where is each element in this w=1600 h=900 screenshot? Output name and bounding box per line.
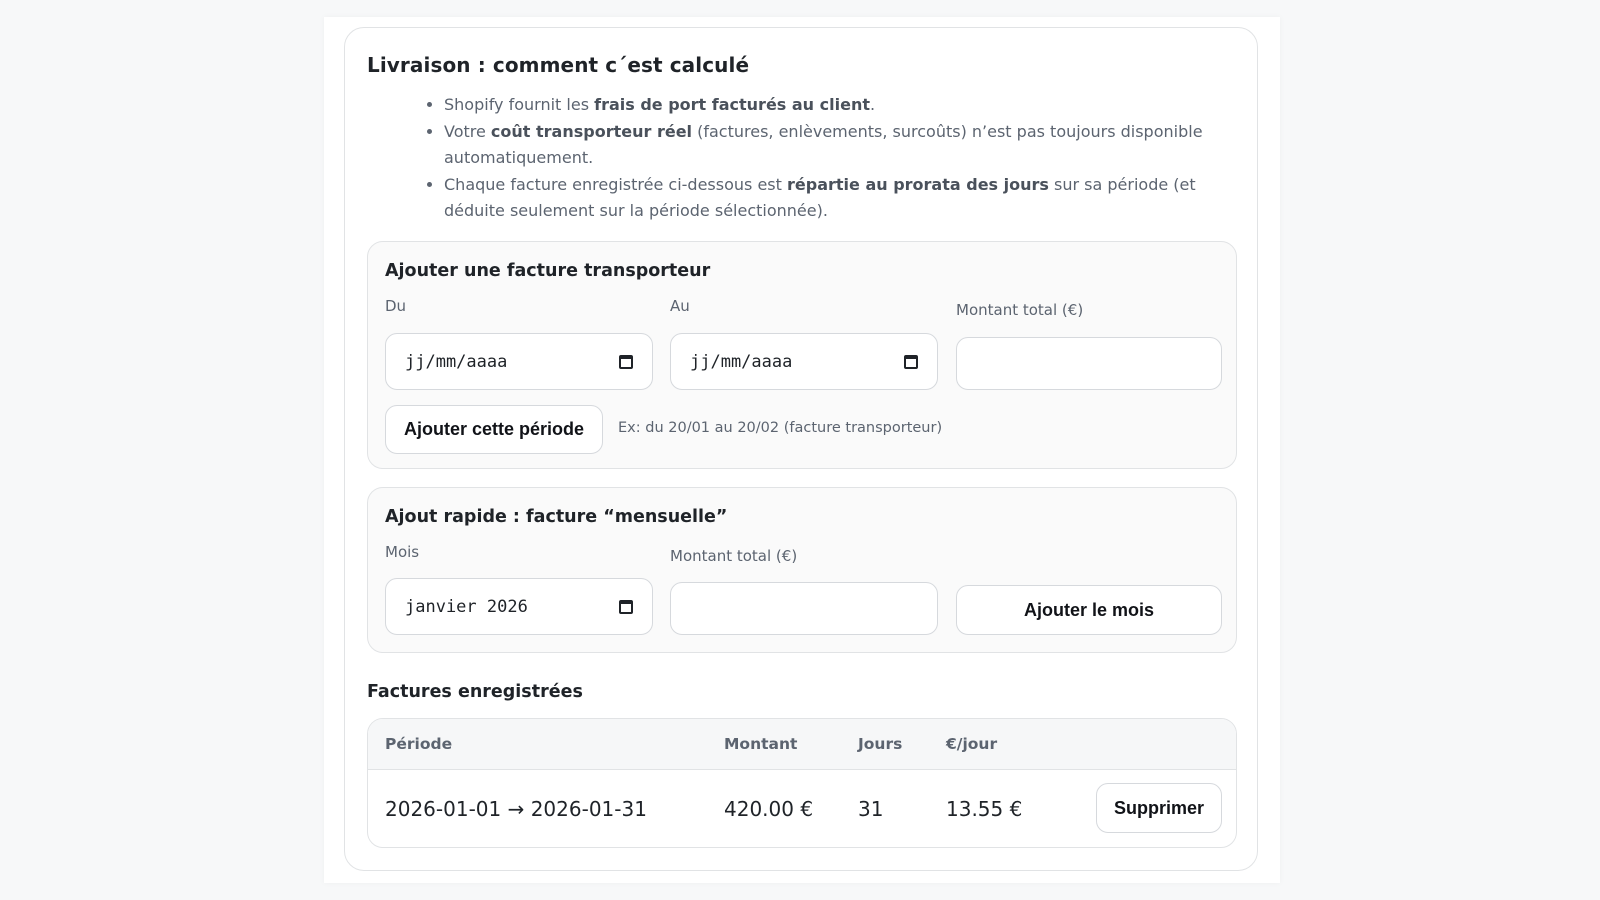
monthly-amount-input[interactable] bbox=[670, 582, 938, 635]
month-label: Mois bbox=[385, 543, 420, 561]
calendar-icon[interactable] bbox=[904, 354, 918, 369]
monthly-amount-label: Montant total (€) bbox=[670, 547, 798, 565]
info-bullet-3: Chaque facture enregistrée ci-dessous es… bbox=[444, 172, 1244, 225]
from-date-input[interactable]: jj/mm/aaaa bbox=[385, 333, 653, 390]
quick-add-title: Ajout rapide : facture “mensuelle” bbox=[385, 507, 728, 527]
info-bullet-2: Votre coût transporteur réel (factures, … bbox=[444, 119, 1244, 172]
add-invoice-panel: Ajouter une facture transporteur Du jj/m… bbox=[367, 241, 1237, 469]
delete-button[interactable]: Supprimer bbox=[1096, 783, 1222, 833]
saved-invoices-title: Factures enregistrées bbox=[367, 682, 583, 702]
page-container: Livraison : comment c´est calculé Shopif… bbox=[324, 17, 1280, 883]
delivery-title: Livraison : comment c´est calculé bbox=[367, 53, 750, 77]
add-invoice-title: Ajouter une facture transporteur bbox=[385, 261, 711, 281]
invoices-table: Période Montant Jours €/jour 2026-01-01 … bbox=[367, 718, 1237, 848]
row-days: 31 bbox=[858, 797, 884, 821]
month-input[interactable]: janvier 2026 bbox=[385, 578, 653, 635]
column-per-day: €/jour bbox=[946, 735, 998, 753]
calendar-icon[interactable] bbox=[619, 599, 633, 614]
info-bullet-1: Shopify fournit les frais de port factur… bbox=[444, 92, 1244, 119]
from-label: Du bbox=[385, 297, 407, 315]
column-days: Jours bbox=[858, 735, 903, 753]
add-period-button[interactable]: Ajouter cette période bbox=[385, 405, 603, 454]
row-amount: 420.00 € bbox=[724, 797, 814, 821]
to-date-input[interactable]: jj/mm/aaaa bbox=[670, 333, 938, 390]
table-header: Période Montant Jours €/jour bbox=[368, 719, 1236, 770]
row-per-day: 13.55 € bbox=[946, 797, 1023, 821]
quick-add-panel: Ajout rapide : facture “mensuelle” Mois … bbox=[367, 487, 1237, 653]
amount-input[interactable] bbox=[956, 337, 1222, 390]
to-label: Au bbox=[670, 297, 690, 315]
column-period: Période bbox=[385, 735, 453, 753]
calendar-icon[interactable] bbox=[619, 354, 633, 369]
delivery-info-list: Shopify fournit les frais de port factur… bbox=[423, 92, 1244, 225]
delivery-card: Livraison : comment c´est calculé Shopif… bbox=[344, 27, 1258, 871]
row-period: 2026-01-01 → 2026-01-31 bbox=[385, 797, 647, 821]
add-period-hint: Ex: du 20/01 au 20/02 (facture transport… bbox=[618, 420, 943, 436]
amount-label: Montant total (€) bbox=[956, 301, 1084, 319]
add-month-button[interactable]: Ajouter le mois bbox=[956, 585, 1222, 635]
column-amount: Montant bbox=[724, 735, 798, 753]
